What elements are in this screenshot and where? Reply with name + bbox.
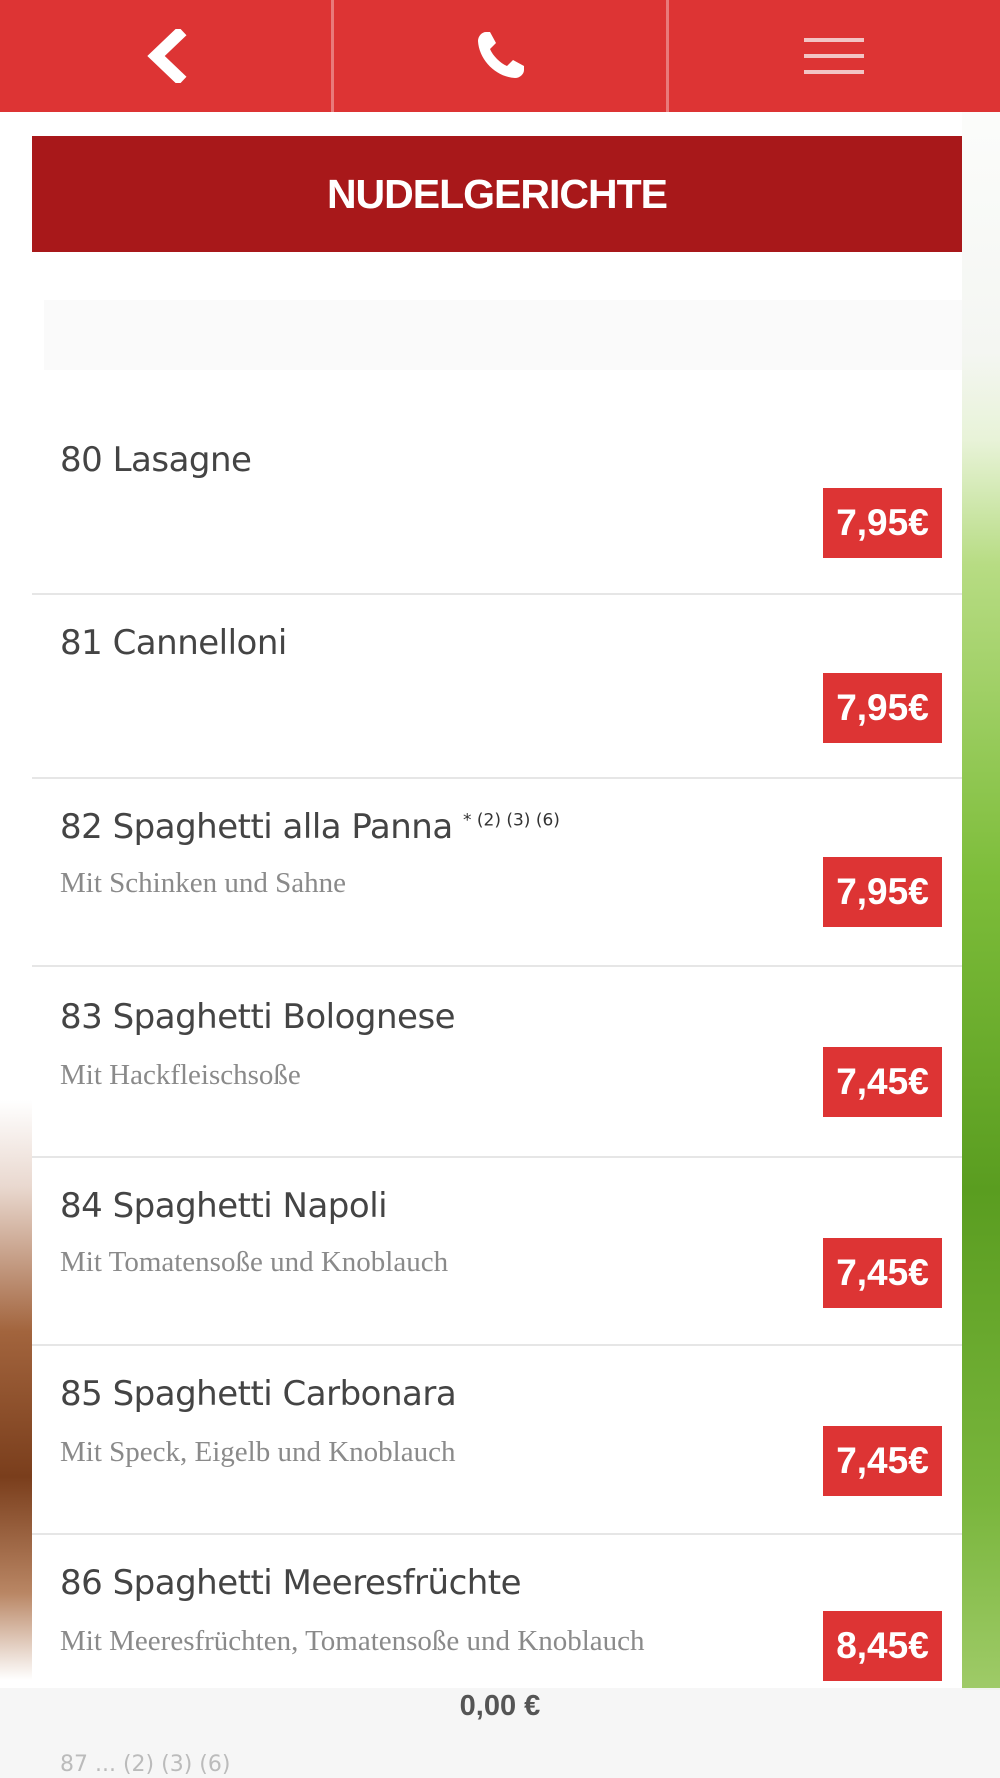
price-button[interactable]: 7,45€ (823, 1047, 942, 1117)
price-button[interactable]: 7,45€ (823, 1426, 942, 1496)
item-title: 82 Spaghetti alla Panna * (2) (3) (6) (60, 807, 560, 847)
price-button[interactable]: 8,45€ (823, 1611, 942, 1681)
next-item-peek: 87 ... (2) (3) (6) (60, 1752, 231, 1777)
menu-button[interactable] (665, 0, 1000, 112)
allergen-markers: * (2) (3) (6) (462, 810, 560, 831)
item-description: Mit Meeresfrüchten, Tomatensoße und Knob… (60, 1625, 645, 1657)
item-title: 85 Spaghetti Carbonara (60, 1374, 457, 1414)
item-title: 83 Spaghetti Bolognese (60, 997, 456, 1037)
item-title: 80 Lasagne (60, 440, 252, 480)
cart-total[interactable]: 0,00 € (0, 1690, 1000, 1723)
price-button[interactable]: 7,95€ (823, 673, 942, 743)
call-button[interactable] (331, 0, 665, 112)
item-title: 81 Cannelloni (60, 623, 287, 663)
back-button[interactable] (0, 0, 331, 112)
menu-item[interactable]: 83 Spaghetti Bolognese Mit Hackfleischso… (32, 967, 962, 1158)
price-button[interactable]: 7,95€ (823, 488, 942, 558)
top-navigation-bar (0, 0, 1000, 112)
menu-item[interactable]: 84 Spaghetti Napoli Mit Tomatensoße und … (32, 1158, 962, 1346)
menu-item[interactable]: 82 Spaghetti alla Panna * (2) (3) (6) Mi… (32, 779, 962, 967)
hamburger-menu-icon (804, 38, 865, 74)
phone-icon (477, 32, 524, 78)
price-button[interactable]: 7,95€ (823, 857, 942, 927)
item-description: Mit Tomatensoße und Knoblauch (60, 1246, 449, 1278)
menu-item[interactable]: 81 Cannelloni 7,95€ (32, 595, 962, 779)
price-button[interactable]: 7,45€ (823, 1238, 942, 1308)
item-title: 84 Spaghetti Napoli (60, 1186, 388, 1226)
item-description: Mit Speck, Eigelb und Knoblauch (60, 1436, 456, 1468)
background-image-right (962, 440, 1000, 1690)
menu-panel: NUDELGERICHTE 80 Lasagne 7,95€ 81 Cannel… (32, 112, 962, 1778)
menu-item[interactable]: 80 Lasagne 7,95€ (32, 410, 962, 595)
chevron-left-icon (146, 29, 187, 83)
menu-item[interactable]: 85 Spaghetti Carbonara Mit Speck, Eigelb… (32, 1346, 962, 1535)
item-title: 86 Spaghetti Meeresfrüchte (60, 1563, 522, 1603)
item-description: Mit Schinken und Sahne (60, 867, 346, 899)
spacer (44, 300, 962, 370)
item-description: Mit Hackfleischsoße (60, 1059, 301, 1091)
category-header: NUDELGERICHTE (32, 136, 962, 252)
